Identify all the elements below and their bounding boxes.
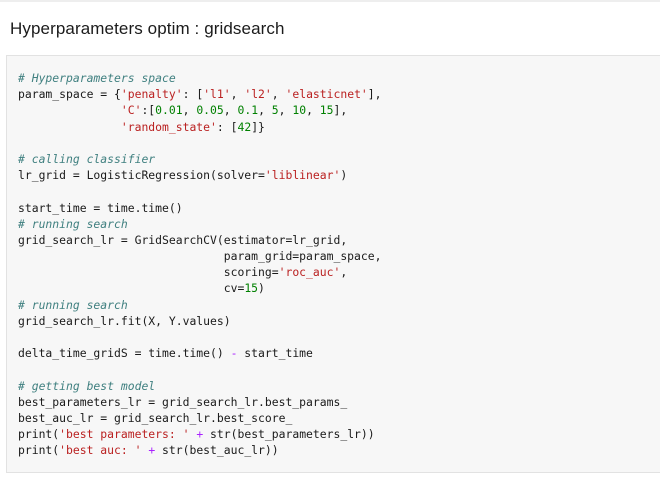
code-text: print( [18,443,60,458]
code-string: 'roc_auc' [278,265,341,280]
code-line: start_time = time.time() [18,200,382,216]
code-text: param_space = { [18,87,121,102]
code-text: , [278,103,293,118]
code-text: , [230,87,245,102]
code-text: str(best_auc_lr)) [155,443,279,458]
code-text: ]} [251,119,265,134]
code-number: 10 [292,103,307,118]
code-text: ) [340,168,348,183]
section-heading: Hyperparameters optim : gridsearch [10,19,285,38]
code-line: param_space = {'penalty': ['l1', 'l2', '… [18,86,382,102]
code-line: param_grid=param_space, [18,248,382,264]
code-text: lr_grid = LogisticRegression(solver= [18,168,265,183]
code-line: # running search [18,297,382,313]
code-comment: # calling classifier [18,151,156,166]
code-line: # running search [18,216,382,232]
code-text: best_auc_lr = grid_search_lr.best_score_ [18,410,293,425]
code-string: 'l1' [203,87,231,102]
code-number: 15 [244,281,259,296]
code-line: # Hyperparameters space [18,70,382,86]
code-line: # calling classifier [18,151,382,167]
code-line: grid_search_lr.fit(X, Y.values) [18,313,382,329]
code-line: best_auc_lr = grid_search_lr.best_score_ [18,410,382,426]
code-number: 15 [319,103,334,118]
code-cell[interactable]: # Hyperparameters space param_space = {'p… [6,55,660,473]
code-number: 0.05 [196,103,224,118]
code-string: 'random_state' [120,119,217,134]
code-line: cv=15) [18,280,382,296]
code-text: delta_time_gridS = time.time() [18,346,231,361]
code-string: 'liblinear' [264,168,341,183]
code-comment: # getting best model [18,378,156,393]
code-line: lr_grid = LogisticRegression(solver='lib… [18,167,382,183]
code-line: delta_time_gridS = time.time() - start_t… [18,345,382,361]
code-text: , [306,103,320,118]
code-text: : [ [216,119,238,134]
code-comment: # running search [18,216,128,231]
code-text: , [340,265,348,280]
code-number: 42 [237,119,252,134]
code-line: print('best auc: ' + str(best_auc_lr)) [18,442,382,458]
code-text: , [271,87,286,102]
code-number: 5 [271,103,279,118]
top-divider [0,0,660,2]
code-line: # getting best model [18,378,382,394]
code-text: grid_search_lr.fit(X, Y.values) [18,313,231,328]
code-text: grid_search_lr = GridSearchCV(estimator=… [18,232,348,247]
code-string: 'elasticnet' [285,87,368,102]
code-line: scoring='roc_auc', [18,264,382,280]
code-text: , [258,103,272,118]
code-text: , [223,103,238,118]
code-string: 'best parameters: ' [59,427,190,442]
code-text: : [ [182,87,204,102]
code-text: ], [367,87,382,102]
code-line: best_parameters_lr = grid_search_lr.best… [18,394,382,410]
code-line: print('best parameters: ' + str(best_par… [18,426,382,442]
code-comment: # Hyperparameters space [18,71,176,85]
code-number: 0.1 [237,103,259,118]
code-text: ], [333,103,348,118]
code-string: 'l2' [244,87,272,102]
code-text: print( [18,427,60,442]
code-string: 'penalty' [120,87,183,102]
code-string: 'best auc: ' [59,443,142,458]
code-text: start_time [237,346,313,361]
code-text: ) [258,281,265,296]
code-number: 0.01 [155,103,183,118]
code-text: , [182,103,197,118]
code-block[interactable]: # Hyperparameters space param_space = {'p… [18,70,382,459]
code-text: str(best_parameters_lr)) [203,427,375,442]
code-string: 'C' [120,103,142,118]
code-comment: # running search [18,297,128,312]
code-text: start_time = time.time() [18,200,183,215]
code-line: 'random_state': [42]} [18,119,382,135]
code-text: cv= [18,281,245,296]
code-text: param_grid=param_space, [18,249,382,264]
code-text: best_parameters_lr = grid_search_lr.best… [18,394,348,409]
code-text: scoring= [18,265,279,280]
code-line: grid_search_lr = GridSearchCV(estimator=… [18,232,382,248]
code-text: :[ [141,103,156,118]
code-line: 'C':[0.01, 0.05, 0.1, 5, 10, 15], [18,102,382,118]
